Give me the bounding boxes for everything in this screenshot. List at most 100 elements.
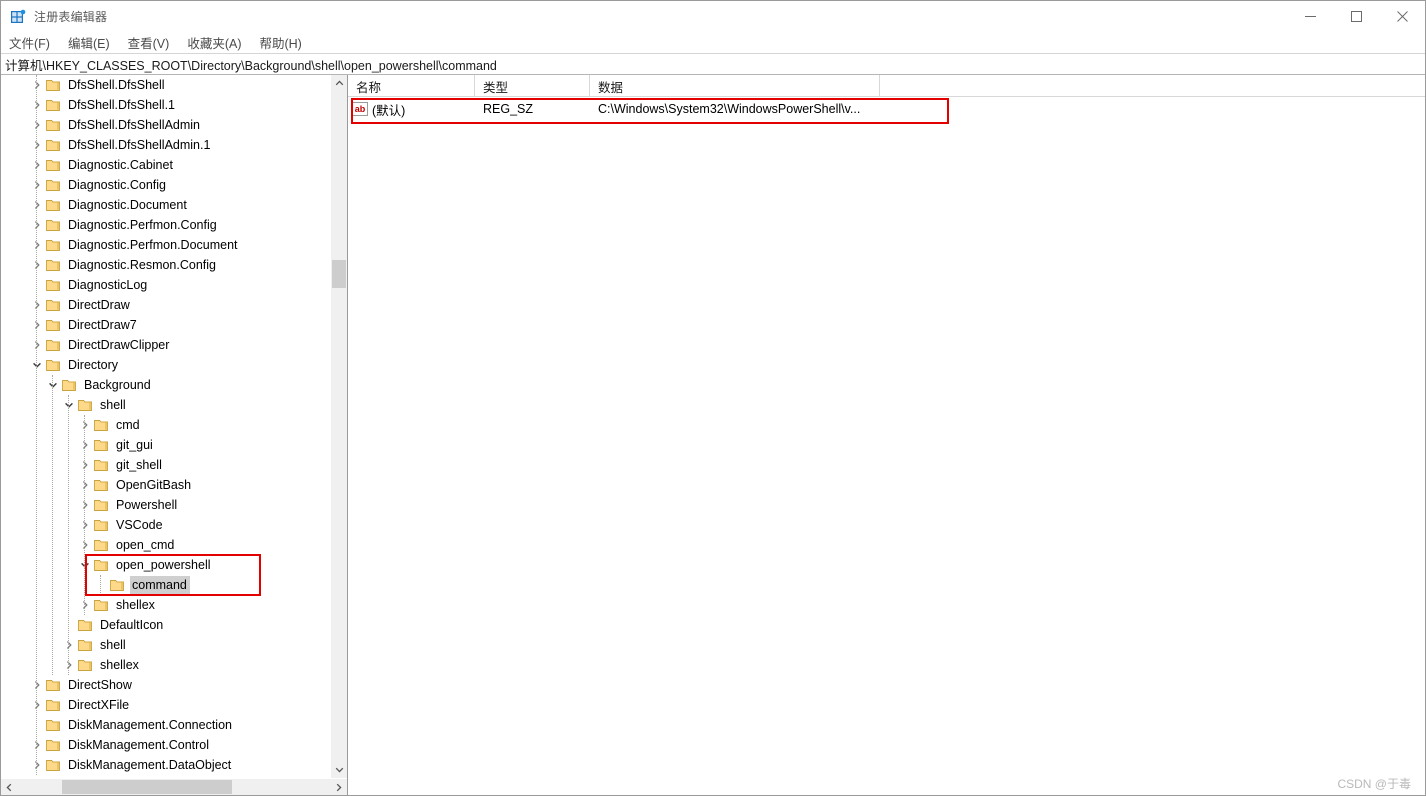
maximize-button[interactable] <box>1333 1 1379 32</box>
tree-node-diagnostic-cabinet[interactable]: Diagnostic.Cabinet <box>1 155 330 175</box>
folder-icon <box>45 137 61 153</box>
tree-node-diagnostic-resmon-config[interactable]: Diagnostic.Resmon.Config <box>1 255 330 275</box>
tree-hscroll-thumb[interactable] <box>62 780 232 794</box>
tree-hscroll-track[interactable] <box>18 779 330 795</box>
tree-node-open-powershell[interactable]: open_powershell <box>1 555 330 575</box>
tree-node-directxfile[interactable]: DirectXFile <box>1 695 330 715</box>
chevron-right-icon[interactable] <box>29 115 45 135</box>
tree-node-directdrawclipper[interactable]: DirectDrawClipper <box>1 335 330 355</box>
tree-node-vscode[interactable]: VSCode <box>1 515 330 535</box>
chevron-down-icon[interactable] <box>29 355 45 375</box>
tree-node-dfsshell-dfsshell[interactable]: DfsShell.DfsShell <box>1 75 330 95</box>
tree-node-dfsshell-dfsshelladmin-1[interactable]: DfsShell.DfsShellAdmin.1 <box>1 135 330 155</box>
tree-node-directory[interactable]: Directory <box>1 355 330 375</box>
minimize-button[interactable] <box>1287 1 1333 32</box>
chevron-right-icon[interactable] <box>77 435 93 455</box>
tree-node-opengitbash[interactable]: OpenGitBash <box>1 475 330 495</box>
tree-node-directdraw7[interactable]: DirectDraw7 <box>1 315 330 335</box>
menu-help[interactable]: 帮助(H) <box>259 31 310 54</box>
chevron-right-icon[interactable] <box>61 635 77 655</box>
tree-node-label: shell <box>100 398 126 412</box>
tree-node-directdraw[interactable]: DirectDraw <box>1 295 330 315</box>
tree-node-git-gui[interactable]: git_gui <box>1 435 330 455</box>
tree-node-command[interactable]: command <box>1 575 330 595</box>
tree-node-open-cmd[interactable]: open_cmd <box>1 535 330 555</box>
chevron-right-icon[interactable] <box>77 455 93 475</box>
tree-node-dfsshell-dfsshell-1[interactable]: DfsShell.DfsShell.1 <box>1 95 330 115</box>
value-row[interactable]: ab (默认) REG_SZ C:\Windows\System32\WindowsP… <box>348 97 1425 121</box>
tree-node-background[interactable]: Background <box>1 375 330 395</box>
column-header-type[interactable]: 类型 <box>475 75 590 97</box>
menu-edit[interactable]: 编辑(E) <box>68 31 119 54</box>
column-header-data[interactable]: 数据 <box>590 75 880 97</box>
tree-node-diskmanagement-dataobject[interactable]: DiskManagement.DataObject <box>1 755 330 775</box>
tree-node-powershell[interactable]: Powershell <box>1 495 330 515</box>
tree-node-dfsshell-dfsshelladmin[interactable]: DfsShell.DfsShellAdmin <box>1 115 330 135</box>
chevron-right-icon[interactable] <box>77 595 93 615</box>
tree-leaf-spacer <box>93 575 109 595</box>
tree-node-shell[interactable]: shell <box>1 635 330 655</box>
scroll-down-arrow-icon[interactable] <box>331 761 347 778</box>
tree-horizontal-scrollbar[interactable] <box>1 778 347 795</box>
address-bar[interactable]: 计算机\HKEY_CLASSES_ROOT\Directory\Backgrou… <box>1 53 1425 75</box>
tree-node-defaulticon[interactable]: DefaultIcon <box>1 615 330 635</box>
tree-node-diskmanagement-connection[interactable]: DiskManagement.Connection <box>1 715 330 735</box>
close-button[interactable] <box>1379 1 1425 32</box>
tree-node-label: VSCode <box>116 518 163 532</box>
tree-node-shellex[interactable]: shellex <box>1 655 330 675</box>
menu-file[interactable]: 文件(F) <box>9 31 59 54</box>
tree-node-git-shell[interactable]: git_shell <box>1 455 330 475</box>
chevron-right-icon[interactable] <box>29 175 45 195</box>
chevron-right-icon[interactable] <box>29 215 45 235</box>
tree-node-label: DiskManagement.Connection <box>68 718 232 732</box>
chevron-right-icon[interactable] <box>29 255 45 275</box>
chevron-right-icon[interactable] <box>61 655 77 675</box>
column-header-name[interactable]: 名称 <box>348 75 475 97</box>
scroll-up-arrow-icon[interactable] <box>331 75 347 92</box>
tree-node-diagnostic-document[interactable]: Diagnostic.Document <box>1 195 330 215</box>
scroll-left-arrow-icon[interactable] <box>1 779 18 795</box>
chevron-right-icon[interactable] <box>77 515 93 535</box>
tree-node-label: DirectXFile <box>68 698 130 712</box>
string-value-icon: ab <box>352 102 368 116</box>
chevron-right-icon[interactable] <box>29 335 45 355</box>
chevron-down-icon[interactable] <box>77 555 93 575</box>
chevron-right-icon[interactable] <box>77 495 93 515</box>
chevron-right-icon[interactable] <box>29 695 45 715</box>
values-list: ab (默认) REG_SZ C:\Windows\System32\WindowsP… <box>348 97 1425 795</box>
tree-node-diagnostic-config[interactable]: Diagnostic.Config <box>1 175 330 195</box>
chevron-right-icon[interactable] <box>29 155 45 175</box>
value-name-cell: ab (默认) <box>348 97 475 121</box>
tree-vertical-scrollbar[interactable] <box>330 75 347 778</box>
chevron-right-icon[interactable] <box>29 735 45 755</box>
chevron-down-icon[interactable] <box>45 375 61 395</box>
chevron-right-icon[interactable] <box>77 535 93 555</box>
scroll-right-arrow-icon[interactable] <box>330 779 347 795</box>
menu-view[interactable]: 查看(V) <box>128 31 179 54</box>
chevron-right-icon[interactable] <box>29 95 45 115</box>
tree-node-diagnosticlog[interactable]: DiagnosticLog <box>1 275 330 295</box>
menu-favorites[interactable]: 收藏夹(A) <box>187 31 250 54</box>
tree-node-shellex[interactable]: shellex <box>1 595 330 615</box>
tree-node-shell[interactable]: shell <box>1 395 330 415</box>
chevron-down-icon[interactable] <box>61 395 77 415</box>
chevron-right-icon[interactable] <box>29 235 45 255</box>
tree-node-diagnostic-perfmon-config[interactable]: Diagnostic.Perfmon.Config <box>1 215 330 235</box>
chevron-right-icon[interactable] <box>77 475 93 495</box>
chevron-right-icon[interactable] <box>29 755 45 775</box>
chevron-right-icon[interactable] <box>29 295 45 315</box>
chevron-right-icon[interactable] <box>29 195 45 215</box>
chevron-right-icon[interactable] <box>77 415 93 435</box>
chevron-right-icon[interactable] <box>29 315 45 335</box>
tree-scroll-track[interactable] <box>331 92 347 761</box>
tree-node-diagnostic-perfmon-document[interactable]: Diagnostic.Perfmon.Document <box>1 235 330 255</box>
chevron-right-icon[interactable] <box>29 75 45 95</box>
tree-node-cmd[interactable]: cmd <box>1 415 330 435</box>
chevron-right-icon[interactable] <box>29 675 45 695</box>
tree-scroll-thumb[interactable] <box>332 260 346 288</box>
tree-node-diskmanagement-control[interactable]: DiskManagement.Control <box>1 735 330 755</box>
tree-node-directshow[interactable]: DirectShow <box>1 675 330 695</box>
chevron-right-icon[interactable] <box>29 135 45 155</box>
